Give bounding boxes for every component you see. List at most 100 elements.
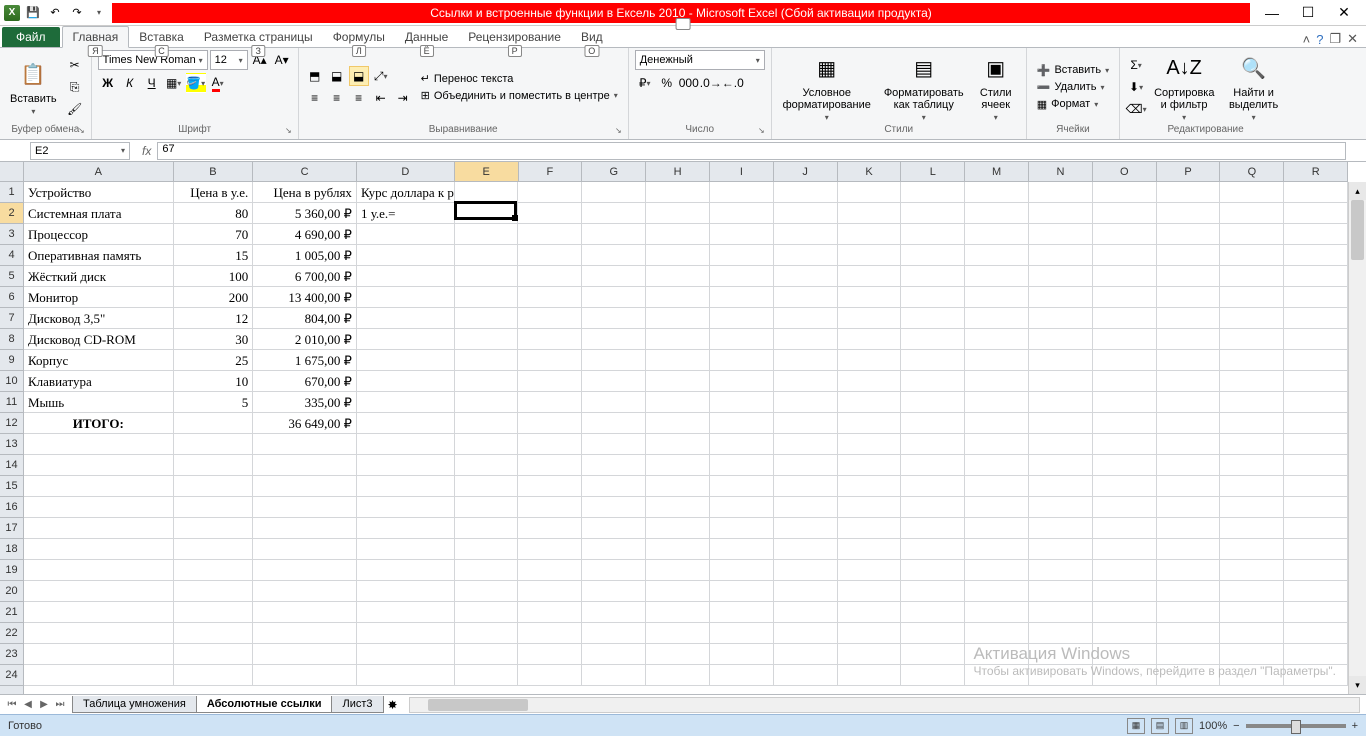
cell[interactable] <box>518 581 582 602</box>
cell[interactable] <box>774 392 838 413</box>
cell[interactable]: Клавиатура <box>24 371 174 392</box>
cell[interactable] <box>901 371 965 392</box>
cell[interactable] <box>24 602 174 623</box>
cell[interactable] <box>1284 644 1348 665</box>
cell[interactable] <box>1284 476 1348 497</box>
row-header-17[interactable]: 17 <box>0 518 23 539</box>
cell[interactable] <box>357 350 455 371</box>
cell[interactable] <box>1157 287 1221 308</box>
cell[interactable] <box>1029 434 1093 455</box>
doc-restore-icon[interactable]: ❐ <box>1329 31 1341 47</box>
qat-dropdown[interactable]: ▾ <box>90 4 108 22</box>
cell[interactable] <box>455 329 519 350</box>
cell[interactable] <box>1220 497 1284 518</box>
cell[interactable] <box>1093 623 1157 644</box>
maximize-button[interactable]: ☐ <box>1294 3 1322 23</box>
cell[interactable] <box>838 602 902 623</box>
cell[interactable] <box>518 497 582 518</box>
cell[interactable] <box>1220 665 1284 686</box>
cell[interactable] <box>357 266 455 287</box>
cell[interactable] <box>1157 623 1221 644</box>
cell[interactable] <box>582 266 646 287</box>
minimize-button[interactable]: — <box>1258 3 1286 23</box>
row-header-11[interactable]: 11 <box>0 392 23 413</box>
cell[interactable] <box>1220 371 1284 392</box>
italic-button[interactable]: К <box>120 73 140 93</box>
cell[interactable] <box>901 392 965 413</box>
indent-inc-icon[interactable]: ⇥ <box>393 88 413 108</box>
cell[interactable] <box>774 602 838 623</box>
col-header-J[interactable]: J <box>774 162 838 181</box>
cell[interactable] <box>582 476 646 497</box>
cell[interactable] <box>1157 308 1221 329</box>
cell[interactable] <box>646 224 710 245</box>
cell[interactable] <box>901 287 965 308</box>
cell[interactable] <box>582 560 646 581</box>
cell[interactable] <box>1157 602 1221 623</box>
cell[interactable] <box>518 203 582 224</box>
cell[interactable] <box>1093 329 1157 350</box>
col-header-A[interactable]: A <box>24 162 174 181</box>
cell[interactable]: Цена в у.е. <box>174 182 254 203</box>
cell[interactable] <box>357 392 455 413</box>
cell[interactable] <box>1157 665 1221 686</box>
cell[interactable] <box>901 434 965 455</box>
cell[interactable] <box>1093 476 1157 497</box>
tab-view[interactable]: ВидО <box>571 27 613 47</box>
cell[interactable] <box>646 623 710 644</box>
cell[interactable] <box>646 245 710 266</box>
col-header-M[interactable]: M <box>965 162 1029 181</box>
cell[interactable] <box>774 455 838 476</box>
cell[interactable] <box>1220 350 1284 371</box>
cell[interactable] <box>1093 308 1157 329</box>
cell[interactable] <box>838 392 902 413</box>
tab-review[interactable]: РецензированиеР <box>458 27 571 47</box>
cell[interactable] <box>1157 371 1221 392</box>
cell[interactable] <box>1157 350 1221 371</box>
cell[interactable] <box>455 455 519 476</box>
cell[interactable]: 13 400,00 ₽ <box>253 287 357 308</box>
cell[interactable] <box>774 266 838 287</box>
zoom-slider[interactable] <box>1246 724 1346 728</box>
redo-icon[interactable]: ↷ <box>68 4 86 22</box>
cell[interactable] <box>1157 434 1221 455</box>
cell[interactable] <box>1284 539 1348 560</box>
cell[interactable] <box>518 434 582 455</box>
col-header-N[interactable]: N <box>1029 162 1093 181</box>
cell[interactable] <box>710 371 774 392</box>
cell[interactable] <box>455 434 519 455</box>
cell[interactable] <box>710 266 774 287</box>
select-all-corner[interactable] <box>0 162 24 182</box>
cell[interactable] <box>646 182 710 203</box>
bold-button[interactable]: Ж <box>98 73 118 93</box>
cell[interactable] <box>455 476 519 497</box>
number-format-combo[interactable]: Денежный▾ <box>635 50 765 70</box>
cell[interactable] <box>965 560 1029 581</box>
cell[interactable] <box>1029 497 1093 518</box>
cell[interactable] <box>1284 455 1348 476</box>
cell[interactable] <box>965 434 1029 455</box>
cell[interactable] <box>253 539 357 560</box>
sheet-nav[interactable]: ⏮ ◀ ▶ ⏭ <box>0 699 72 710</box>
cell[interactable] <box>24 623 174 644</box>
cell[interactable] <box>646 371 710 392</box>
cell[interactable] <box>455 623 519 644</box>
cell[interactable] <box>646 455 710 476</box>
cell[interactable] <box>455 182 519 203</box>
align-right-icon[interactable]: ≡ <box>349 88 369 108</box>
cell[interactable] <box>455 371 519 392</box>
cell[interactable] <box>1029 371 1093 392</box>
cell[interactable] <box>24 539 174 560</box>
row-header-16[interactable]: 16 <box>0 497 23 518</box>
cell[interactable]: 200 <box>174 287 254 308</box>
cell[interactable]: 10 <box>174 371 254 392</box>
cell[interactable]: Дисковод CD-ROM <box>24 329 174 350</box>
cell[interactable] <box>774 434 838 455</box>
row-header-24[interactable]: 24 <box>0 665 23 686</box>
cell[interactable] <box>455 266 519 287</box>
row-header-13[interactable]: 13 <box>0 434 23 455</box>
cell[interactable] <box>24 560 174 581</box>
cell[interactable] <box>455 287 519 308</box>
cell[interactable] <box>1157 497 1221 518</box>
cell[interactable] <box>357 371 455 392</box>
